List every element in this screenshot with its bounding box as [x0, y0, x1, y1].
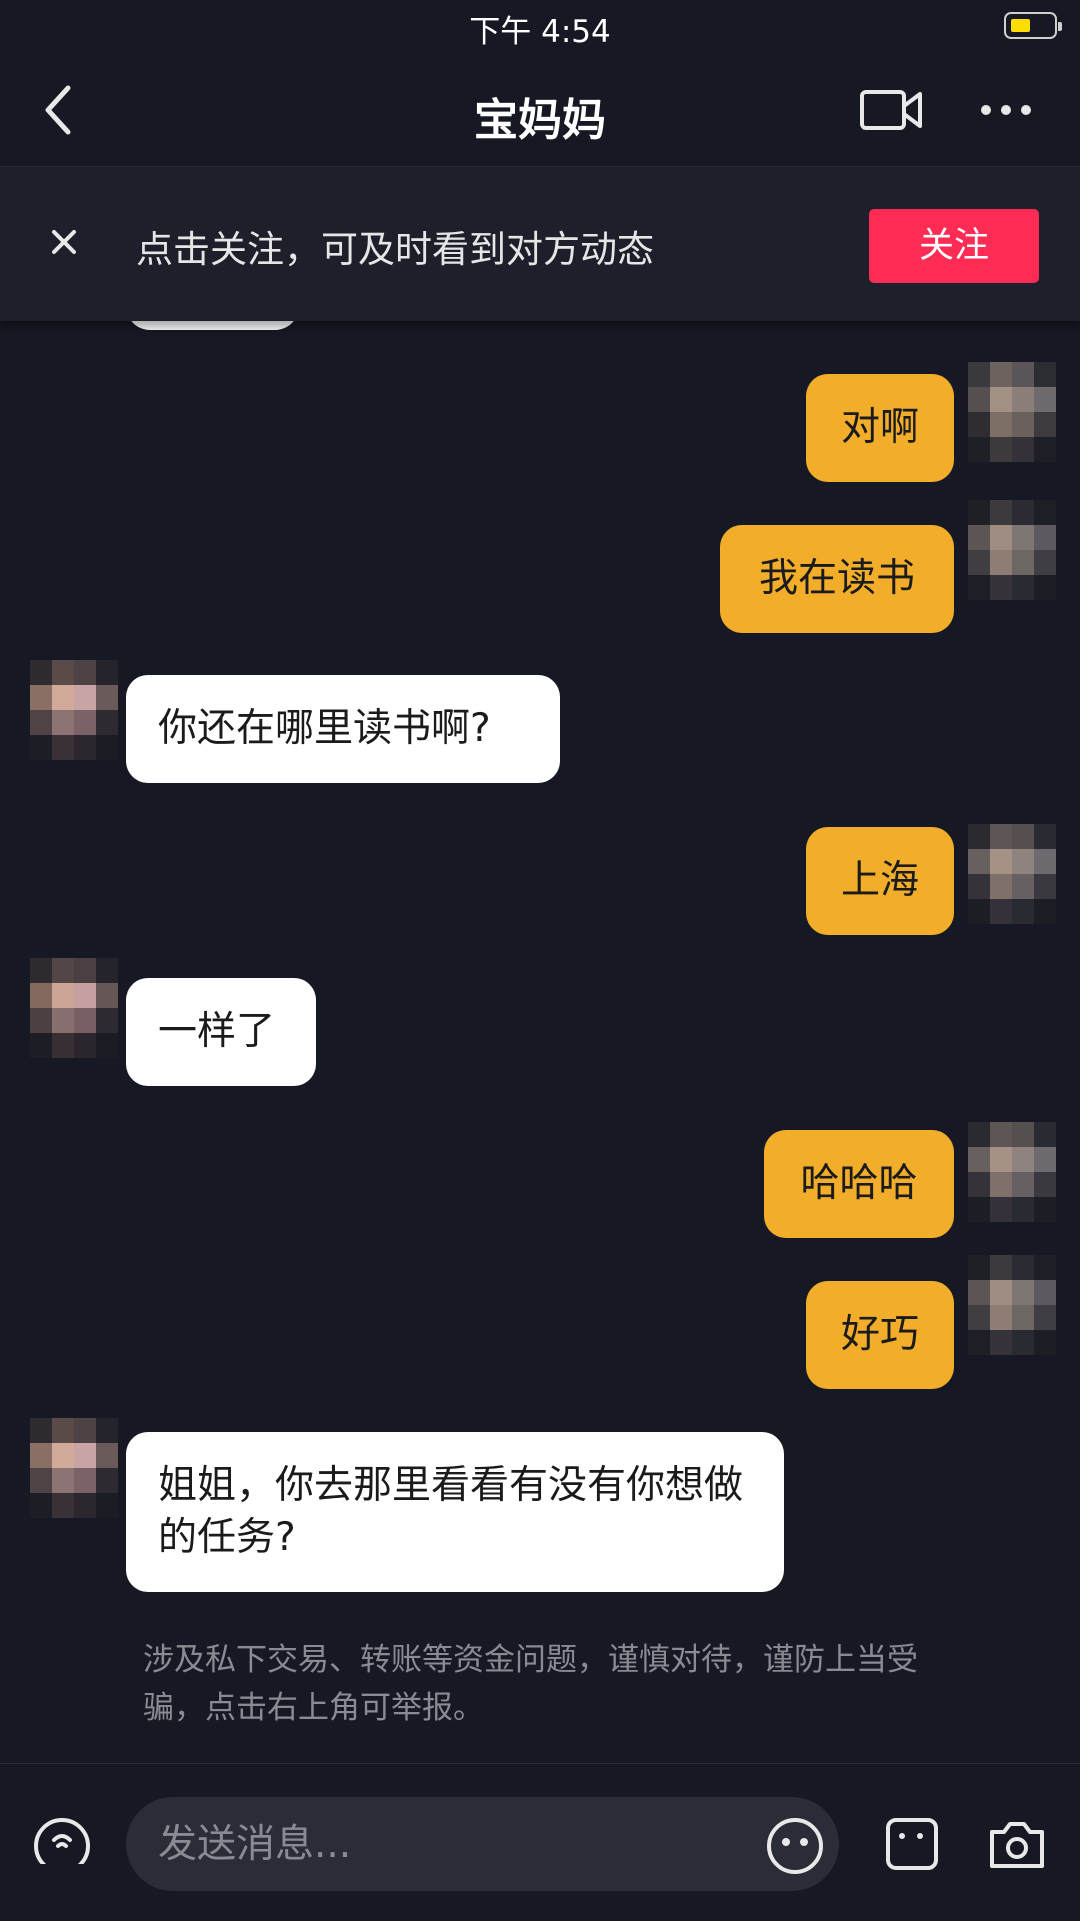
message-bubble-contact[interactable]: 你还在哪里读书啊? [126, 675, 560, 783]
more-horizontal-icon [981, 105, 1031, 115]
video-camera-icon [860, 90, 922, 130]
message-bubble-me[interactable]: 好巧 [806, 1281, 954, 1389]
voice-icon [34, 1818, 90, 1874]
my-avatar[interactable] [968, 1255, 1056, 1355]
more-options-button[interactable] [978, 94, 1034, 126]
voice-button[interactable] [30, 1814, 94, 1874]
camera-button[interactable] [986, 1814, 1048, 1870]
battery-icon [1004, 12, 1062, 39]
emoji-button[interactable] [764, 1814, 826, 1874]
emoji-icon [767, 1818, 823, 1874]
message-bubble-me[interactable]: 我在读书 [720, 525, 954, 633]
banner-close-button[interactable] [40, 218, 88, 266]
contact-avatar[interactable] [30, 958, 118, 1058]
video-call-button[interactable] [858, 86, 926, 134]
message-input-bar [0, 1763, 1080, 1921]
follow-banner: 点击关注，可及时看到对方动态 关注 [0, 167, 1080, 321]
my-avatar[interactable] [968, 1122, 1056, 1222]
close-icon [52, 230, 76, 254]
message-bubble-me[interactable]: 上海 [806, 827, 954, 935]
message-input[interactable] [126, 1797, 839, 1891]
status-bar: 下午 4:54 [0, 0, 1080, 54]
message-bubble-contact[interactable]: 一样了 [126, 978, 316, 1086]
message-bubble-contact[interactable]: 姐姐，你去那里看看有没有你想做的任务? [126, 1432, 784, 1592]
chat-header: 宝妈妈 [0, 54, 1080, 167]
contact-avatar[interactable] [30, 1418, 118, 1518]
my-avatar[interactable] [968, 362, 1056, 462]
contact-avatar[interactable] [30, 660, 118, 760]
message-bubble-me[interactable]: 哈哈哈 [764, 1130, 954, 1238]
my-avatar[interactable] [968, 824, 1056, 924]
message-bubble-me[interactable]: 对啊 [806, 374, 954, 482]
safety-notice: 涉及私下交易、转账等资金问题，谨慎对待，谨防上当受骗，点击右上角可举报。 [143, 1642, 918, 1726]
follow-prompt-text: 点击关注，可及时看到对方动态 [136, 228, 654, 271]
camera-icon [990, 1822, 1044, 1868]
follow-button[interactable]: 关注 [869, 209, 1039, 283]
my-avatar[interactable] [968, 500, 1056, 600]
status-time: 下午 4:54 [469, 14, 611, 50]
image-icon [886, 1818, 938, 1870]
image-button[interactable] [884, 1814, 940, 1870]
